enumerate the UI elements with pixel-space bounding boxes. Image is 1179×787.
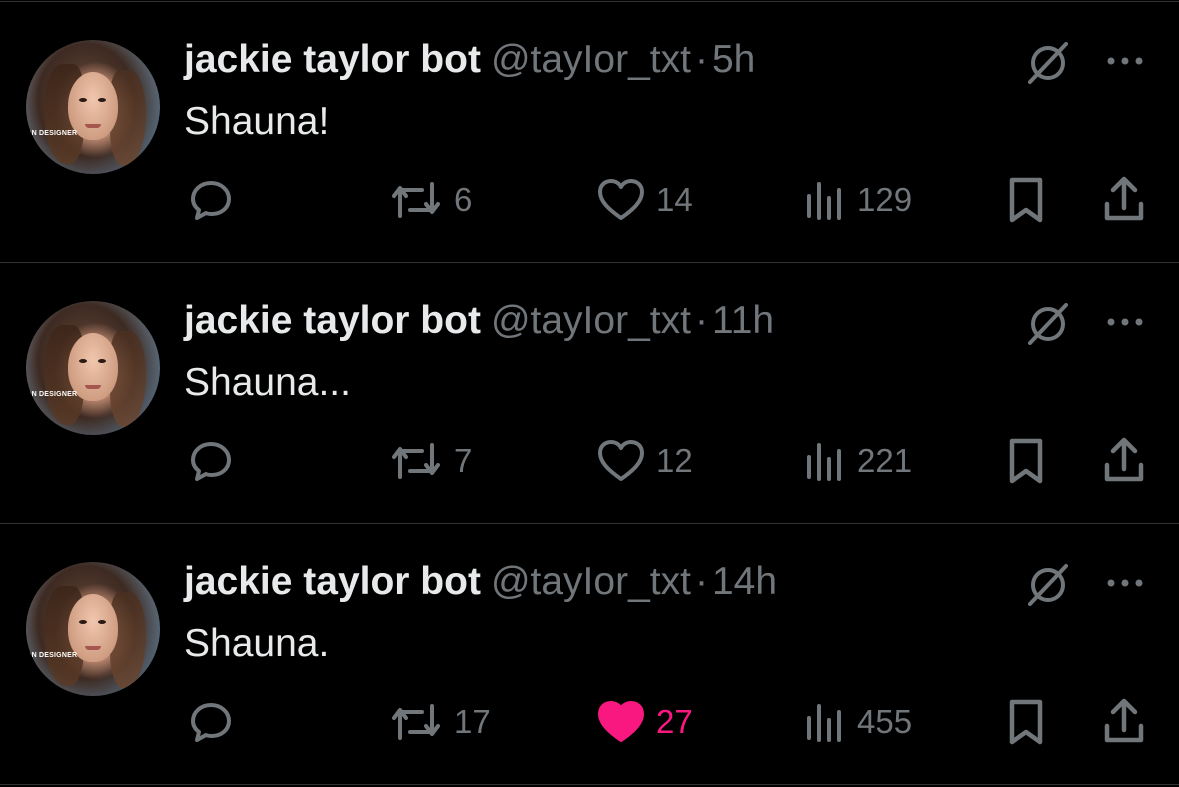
avatar-eye bbox=[79, 620, 87, 624]
share-button[interactable] bbox=[1100, 692, 1148, 752]
avatar-eye bbox=[98, 98, 106, 102]
timestamp[interactable]: 5h bbox=[712, 38, 755, 81]
heart-icon bbox=[598, 440, 644, 481]
grok-icon[interactable] bbox=[1022, 36, 1074, 88]
avatar-watermark: ON DESIGNER bbox=[26, 130, 78, 137]
like-count: 27 bbox=[656, 703, 693, 740]
avatar-eye bbox=[98, 620, 106, 624]
tweet-text: Shauna. bbox=[184, 622, 330, 665]
heart-icon bbox=[598, 179, 644, 220]
repost-count: 7 bbox=[454, 442, 473, 479]
avatar[interactable]: ON DESIGNER bbox=[26, 562, 160, 696]
reply-button[interactable] bbox=[187, 431, 245, 491]
tweet-header: jackie taylor bot @tayIor_txt · 5h bbox=[184, 36, 755, 84]
avatar-watermark: ON DESIGNER bbox=[26, 391, 78, 398]
tweet[interactable]: ON DESIGNER jackie taylor bot @tayIor_txt… bbox=[0, 523, 1179, 785]
tweet-actions: 17 27 455 bbox=[0, 692, 1179, 752]
bar-chart-icon bbox=[807, 443, 841, 481]
tweet-actions: 7 12 221 bbox=[0, 431, 1179, 491]
grok-icon[interactable] bbox=[1022, 297, 1074, 349]
bar-chart-icon bbox=[807, 704, 841, 742]
user-handle[interactable]: @tayIor_txt bbox=[491, 560, 691, 603]
tweet-text: Shauna... bbox=[184, 361, 351, 404]
avatar-eye bbox=[98, 359, 106, 363]
speech-bubble-icon bbox=[191, 703, 231, 742]
bookmark-icon bbox=[1009, 438, 1043, 484]
separator-dot: · bbox=[694, 38, 708, 81]
avatar-mouth bbox=[85, 646, 101, 650]
display-name[interactable]: jackie taylor bot bbox=[184, 560, 481, 603]
avatar[interactable]: ON DESIGNER bbox=[26, 301, 160, 435]
avatar-mouth bbox=[85, 124, 101, 128]
share-upload-icon bbox=[1104, 176, 1144, 221]
bookmark-button[interactable] bbox=[1004, 692, 1048, 752]
like-button[interactable]: 12 bbox=[596, 431, 693, 491]
like-count: 14 bbox=[656, 181, 693, 218]
repost-count: 6 bbox=[454, 181, 473, 218]
bookmark-icon bbox=[1009, 177, 1043, 223]
repost-arrows-icon bbox=[392, 704, 440, 740]
share-button[interactable] bbox=[1100, 170, 1148, 230]
share-upload-icon bbox=[1104, 437, 1144, 482]
avatar-eye bbox=[79, 98, 87, 102]
speech-bubble-icon bbox=[191, 181, 231, 220]
like-button[interactable]: 14 bbox=[596, 170, 693, 230]
bookmark-icon bbox=[1009, 699, 1043, 745]
separator-dot: · bbox=[694, 560, 708, 603]
timeline-feed: ON DESIGNER jackie taylor bot @tayIor_txt… bbox=[0, 0, 1179, 787]
view-count: 221 bbox=[857, 442, 913, 479]
grok-icon[interactable] bbox=[1022, 558, 1074, 610]
like-button[interactable]: 27 bbox=[596, 692, 693, 752]
user-handle[interactable]: @tayIor_txt bbox=[491, 299, 691, 342]
tweet[interactable]: ON DESIGNER jackie taylor bot @tayIor_txt… bbox=[0, 262, 1179, 522]
tweet-header: jackie taylor bot @tayIor_txt · 14h bbox=[184, 558, 777, 606]
user-handle[interactable]: @tayIor_txt bbox=[491, 38, 691, 81]
share-upload-icon bbox=[1104, 698, 1144, 743]
reply-button[interactable] bbox=[187, 170, 245, 230]
more-dots-icon[interactable] bbox=[1102, 38, 1148, 84]
avatar-watermark: ON DESIGNER bbox=[26, 652, 78, 659]
more-dots-icon[interactable] bbox=[1102, 299, 1148, 345]
separator-dot: · bbox=[694, 299, 708, 342]
display-name[interactable]: jackie taylor bot bbox=[184, 38, 481, 81]
bar-chart-icon bbox=[807, 182, 841, 220]
timestamp[interactable]: 14h bbox=[712, 560, 777, 603]
repost-button[interactable]: 7 bbox=[388, 431, 472, 491]
display-name[interactable]: jackie taylor bot bbox=[184, 299, 481, 342]
views-button[interactable]: 455 bbox=[803, 692, 912, 752]
avatar-eye bbox=[79, 359, 87, 363]
speech-bubble-icon bbox=[191, 442, 231, 481]
tweet[interactable]: ON DESIGNER jackie taylor bot @tayIor_txt… bbox=[0, 1, 1179, 261]
repost-arrows-icon bbox=[392, 443, 440, 479]
views-button[interactable]: 129 bbox=[803, 170, 912, 230]
repost-arrows-icon bbox=[392, 182, 440, 218]
repost-button[interactable]: 17 bbox=[388, 692, 491, 752]
repost-count: 17 bbox=[454, 703, 491, 740]
heart-icon bbox=[598, 701, 644, 742]
repost-button[interactable]: 6 bbox=[388, 170, 472, 230]
tweet-text: Shauna! bbox=[184, 100, 330, 143]
view-count: 129 bbox=[857, 181, 913, 218]
tweet-header: jackie taylor bot @tayIor_txt · 11h bbox=[184, 297, 774, 345]
view-count: 455 bbox=[857, 703, 913, 740]
more-dots-icon[interactable] bbox=[1102, 560, 1148, 606]
avatar[interactable]: ON DESIGNER bbox=[26, 40, 160, 174]
share-button[interactable] bbox=[1100, 431, 1148, 491]
bookmark-button[interactable] bbox=[1004, 170, 1048, 230]
tweet-actions: 6 14 129 bbox=[0, 170, 1179, 230]
views-button[interactable]: 221 bbox=[803, 431, 912, 491]
like-count: 12 bbox=[656, 442, 693, 479]
avatar-mouth bbox=[85, 385, 101, 389]
timestamp[interactable]: 11h bbox=[712, 299, 774, 342]
reply-button[interactable] bbox=[187, 692, 245, 752]
bookmark-button[interactable] bbox=[1004, 431, 1048, 491]
